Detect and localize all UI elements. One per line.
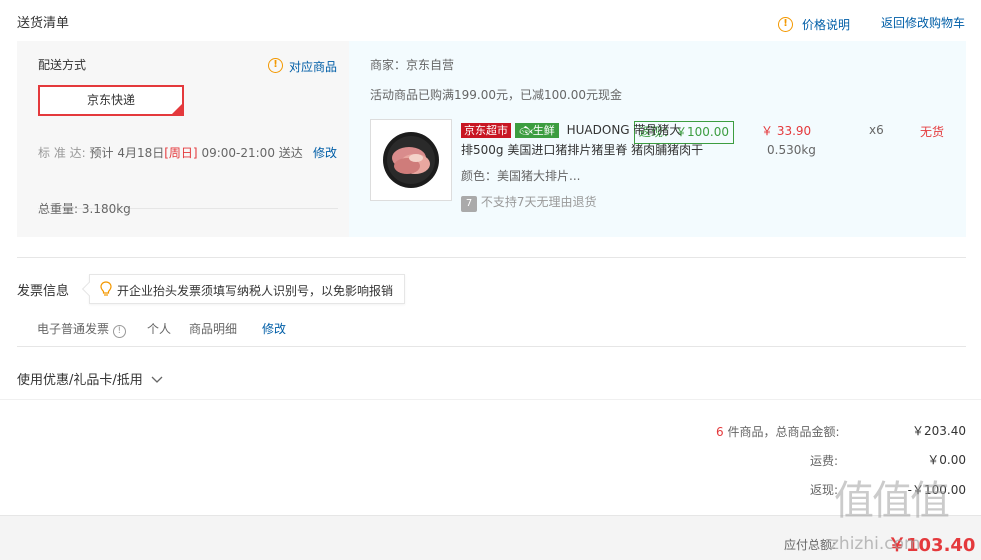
invoice-type-label: 电子普通发票 <box>37 322 110 336</box>
watermark-site: zhizhi.com <box>830 534 921 554</box>
no-return-text: 不支持7天无理由退货 <box>480 195 597 209</box>
watermark-char: 值 <box>872 478 912 524</box>
item-count-label: 6 件商品，总商品金额: <box>716 423 840 440</box>
no-return-icon: 7 <box>461 196 477 212</box>
shipping-section: 配送方式 ! 对应商品 京东快递 ✓ 标 准 达: 预计 4月18日[周日] 0… <box>17 41 349 237</box>
product-thumbnail[interactable] <box>370 119 452 201</box>
invoice-type: 电子普通发票 ! <box>37 320 126 338</box>
delivery-standard: 标 准 达: 预计 4月18日[周日] 09:00-21:00 送达 <box>38 144 303 161</box>
stock-status: 无货 <box>920 125 945 139</box>
info-icon[interactable]: ! <box>112 325 126 338</box>
watermark-char: 值 <box>910 478 950 524</box>
delivery-panel: 配送方式 ! 对应商品 京东快递 ✓ 标 准 达: 预计 4月18日[周日] 0… <box>17 41 966 237</box>
no-return-info: 7 不支持7天无理由退货 <box>461 193 596 212</box>
check-icon: ✓ <box>175 100 182 109</box>
weight-value: 3.180kg <box>81 202 131 216</box>
pork-chop-image <box>383 132 439 188</box>
watermark-glyphs: 值值值 <box>834 478 950 524</box>
invoice-title: 发票信息 <box>17 284 70 299</box>
standard-time: 09:00-21:00 送达 <box>201 146 303 160</box>
match-goods-link[interactable]: 对应商品 <box>289 58 337 75</box>
modify-delivery-link[interactable]: 修改 <box>313 144 337 161</box>
coupon-toggle[interactable]: 使用优惠/礼品卡/抵用 <box>17 369 163 388</box>
product-name-2[interactable]: 排500g 美国进口猪排片猪里脊 猪肉脯猪肉干 <box>461 141 703 158</box>
jd-supermarket-badge: 京东超市 <box>461 123 511 138</box>
merchant-name: 商家：京东自营 <box>370 58 455 72</box>
page-title: 送货清单 <box>17 16 70 31</box>
goods-total: ￥203.40 <box>912 424 966 438</box>
product-price: ￥ 33.90 <box>761 124 812 138</box>
divider <box>17 257 966 258</box>
divider <box>17 346 966 347</box>
shipping-option-jd-express[interactable]: 京东快递 ✓ <box>38 85 184 116</box>
watermark-char: 值 <box>834 478 874 524</box>
tip-arrow <box>81 281 97 297</box>
price-note-link[interactable]: 价格说明 <box>802 16 850 33</box>
invoice-tip-text: 开企业抬头发票须填写纳税人识别号，以免影响报销 <box>117 284 394 298</box>
back-to-cart-link[interactable]: 返回修改购物车 <box>881 14 965 31</box>
shipping-method-label: 配送方式 <box>38 58 87 72</box>
coupon-label: 使用优惠/礼品卡/抵用 <box>17 373 143 388</box>
product-quantity: x6 <box>869 123 884 137</box>
product-weight: 0.530kg <box>767 143 816 157</box>
freight-label: 运费: <box>810 454 839 468</box>
fresh-badge-label: 生鲜 <box>532 124 555 137</box>
total-weight: 总重量: 3.180kg <box>38 200 131 217</box>
shipping-option-label: 京东快递 <box>86 93 135 107</box>
item-count: 6 <box>716 425 724 439</box>
invoice-tip: 开企业抬头发票须填写纳税人识别号，以免影响报销 <box>81 274 405 304</box>
fish-icon: 🐟︎ <box>518 124 533 137</box>
invoice-content: 商品明细 <box>189 322 238 336</box>
watermark-logo: 值值值 zhizhi.com <box>830 478 981 560</box>
lightbulb-icon <box>100 281 112 300</box>
modify-invoice-link[interactable]: 修改 <box>262 320 286 337</box>
chevron-down-icon <box>147 373 163 388</box>
standard-date: 预计 4月18日 <box>89 146 165 160</box>
standard-weekday: [周日] <box>164 146 198 160</box>
promo-text: 活动商品已购满199.00元，已减100.00元现金 <box>370 88 622 102</box>
warning-icon: ! <box>268 56 283 73</box>
product-title-line1[interactable]: 京东超市 🐟︎生鲜 HUADONG 带骨猪大 <box>461 121 681 138</box>
product-name-1: HUADONG 带骨猪大 <box>566 123 682 137</box>
invoice-title-person: 个人 <box>147 322 172 336</box>
payable-label: 应付总额: <box>784 538 837 552</box>
item-count-text: 件商品，总商品金额: <box>727 425 840 439</box>
freight-amount: ￥0.00 <box>927 453 966 467</box>
weight-label: 总重量: <box>38 202 79 216</box>
fresh-badge: 🐟︎生鲜 <box>514 123 559 138</box>
product-color: 颜色：美国猪大排片... <box>461 169 581 183</box>
standard-label: 标 准 达: <box>38 146 86 160</box>
warning-icon: ! <box>778 15 793 32</box>
